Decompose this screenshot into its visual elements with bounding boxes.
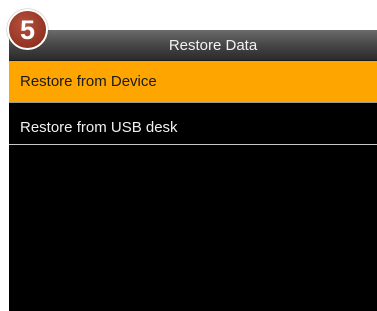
title-bar: Restore Data [9, 30, 377, 61]
menu-item-restore-from-device[interactable]: Restore from Device [9, 61, 377, 102]
step-number: 5 [19, 15, 36, 45]
menu-item-label: Restore from Device [20, 73, 157, 90]
divider [9, 102, 377, 103]
step-number-badge: 5 [7, 9, 48, 50]
device-screen: Restore Data Restore from Device Restore… [9, 30, 377, 311]
divider [9, 144, 377, 145]
menu-item-label: Restore from USB desk [20, 119, 178, 136]
menu-item-restore-from-usb[interactable]: Restore from USB desk [9, 107, 377, 148]
page-title: Restore Data [168, 37, 258, 54]
